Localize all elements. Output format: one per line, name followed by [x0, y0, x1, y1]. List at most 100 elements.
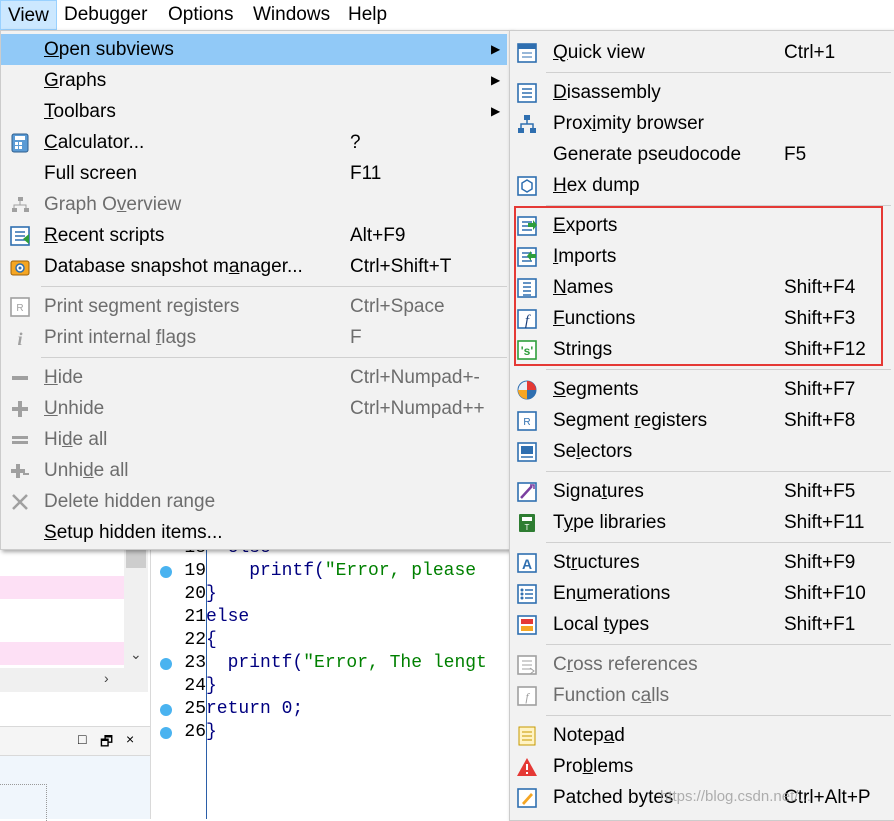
- menu-item-notepad[interactable]: Notepad: [510, 720, 893, 751]
- type-libraries-icon: T: [516, 512, 538, 534]
- menubar-help[interactable]: Help: [341, 0, 394, 30]
- menu-item-graph-overview[interactable]: Graph Overview: [1, 189, 507, 220]
- menu-item-label: Cross references: [553, 654, 698, 675]
- disassembly-icon: [516, 82, 538, 104]
- menu-item-selectors[interactable]: Selectors: [510, 436, 893, 467]
- menu-separator: [41, 357, 507, 358]
- chevron-right-icon[interactable]: ›: [104, 670, 109, 686]
- menu-item-label: Strings: [553, 339, 613, 360]
- vertical-scrollbar[interactable]: ⌄: [124, 548, 148, 668]
- code-text: printf("Error, please: [206, 561, 477, 581]
- svg-text:i: i: [17, 329, 22, 349]
- horizontal-scrollbar[interactable]: ›: [0, 668, 148, 692]
- menu-item-print-internal-flags[interactable]: i Print internal flags F: [1, 322, 507, 353]
- menu-item-label: Functions: [553, 308, 636, 329]
- menubar-debugger[interactable]: Debugger: [57, 0, 154, 30]
- list-row[interactable]: [0, 642, 124, 665]
- code-text: return 0;: [206, 699, 304, 719]
- dotted-frame: [0, 784, 47, 821]
- menu-item-segment-registers[interactable]: R Segment registers Shift+F8: [510, 405, 893, 436]
- code-line[interactable]: 21 else: [152, 606, 512, 629]
- menu-item-hide-all[interactable]: Hide all: [1, 424, 507, 455]
- breakpoint-dot-icon[interactable]: [160, 727, 172, 739]
- menubar: View Debugger Options Windows Help: [0, 0, 894, 30]
- scrollbar-thumb[interactable]: [126, 550, 146, 568]
- imports-icon: [516, 246, 538, 268]
- menu-item-shortcut: Shift+F9: [784, 552, 856, 573]
- menu-item-label: Quick view: [553, 42, 645, 63]
- menu-item-hide[interactable]: Hide Ctrl+Numpad+-: [1, 362, 507, 393]
- menu-item-full-screen[interactable]: Full screen F11: [1, 158, 507, 189]
- code-line[interactable]: 26}: [152, 721, 512, 744]
- menu-item-label: Signatures: [553, 481, 644, 502]
- menu-item-type-libraries[interactable]: T Type libraries Shift+F11: [510, 507, 893, 538]
- segments-icon: [516, 379, 538, 401]
- menu-item-label: Patched bytes: [553, 787, 674, 808]
- restore-icon[interactable]: 🗗: [100, 731, 113, 755]
- menu-item-database-snapshot-manager[interactable]: Database snapshot manager... Ctrl+Shift+T: [1, 251, 507, 282]
- menu-item-proximity-browser[interactable]: Proximity browser: [510, 108, 893, 139]
- code-line[interactable]: 22{: [152, 629, 512, 652]
- breakpoint-dot-icon[interactable]: [160, 704, 172, 716]
- menu-item-shortcut: Ctrl+Numpad+-: [350, 367, 480, 388]
- menu-item-generate-pseudocode[interactable]: Generate pseudocode F5: [510, 139, 893, 170]
- window-titlebar: □ 🗗 ×: [0, 726, 150, 756]
- menu-item-toolbars[interactable]: Toolbars ▶: [1, 96, 507, 127]
- menu-item-shortcut: Ctrl+Shift+T: [350, 256, 452, 277]
- breakpoint-dot-icon[interactable]: [160, 658, 172, 670]
- menu-item-functions[interactable]: f Functions Shift+F3: [510, 303, 893, 334]
- line-number: 26: [184, 722, 206, 742]
- code-line[interactable]: 19 printf("Error, please: [152, 560, 512, 583]
- menu-item-shortcut: Alt+F9: [350, 225, 406, 246]
- menu-item-imports[interactable]: Imports: [510, 241, 893, 272]
- close-icon[interactable]: ×: [126, 731, 134, 747]
- menu-item-disassembly[interactable]: Disassembly: [510, 77, 893, 108]
- menu-item-unhide-all[interactable]: Unhide all: [1, 455, 507, 486]
- menu-item-cross-references[interactable]: Cross references: [510, 649, 893, 680]
- menu-item-hex-dump[interactable]: Hex dump: [510, 170, 893, 201]
- menu-item-label: Hide: [44, 367, 84, 388]
- list-row[interactable]: [0, 576, 124, 599]
- code-text: }: [206, 722, 217, 742]
- menu-item-local-types[interactable]: Local types Shift+F1: [510, 609, 893, 640]
- menu-separator: [41, 286, 507, 287]
- code-line[interactable]: 23 printf("Error, The lengt: [152, 652, 512, 675]
- menu-item-shortcut: Shift+F1: [784, 614, 856, 635]
- menu-separator: [546, 644, 891, 645]
- menu-item-quick-view[interactable]: Quick view Ctrl+1: [510, 37, 893, 68]
- menu-item-open-subviews[interactable]: Open subviews ▶: [1, 34, 507, 65]
- menu-item-graphs[interactable]: Graphs ▶: [1, 65, 507, 96]
- patched-bytes-icon: [516, 787, 538, 809]
- menu-item-strings[interactable]: 's' Strings Shift+F12: [510, 334, 893, 365]
- code-line[interactable]: 24}: [152, 675, 512, 698]
- menu-item-label: Local types: [553, 614, 650, 635]
- menu-item-delete-hidden-range[interactable]: Delete hidden range: [1, 486, 507, 517]
- menu-item-label: Unhide: [44, 398, 105, 419]
- menubar-windows[interactable]: Windows: [246, 0, 337, 30]
- problems-icon: [516, 756, 538, 778]
- code-line[interactable]: 20}: [152, 583, 512, 606]
- menu-item-recent-scripts[interactable]: Recent scripts Alt+F9: [1, 220, 507, 251]
- menu-item-calculator[interactable]: Calculator...?: [1, 127, 507, 158]
- menu-item-names[interactable]: Names Shift+F4: [510, 272, 893, 303]
- menu-item-function-calls[interactable]: f Function calls: [510, 680, 893, 711]
- maximize-icon[interactable]: □: [78, 731, 86, 747]
- menu-item-label: Structures: [553, 552, 640, 573]
- menu-item-signatures[interactable]: Signatures Shift+F5: [510, 476, 893, 507]
- menu-item-unhide[interactable]: Unhide Ctrl+Numpad++: [1, 393, 507, 424]
- code-line[interactable]: 25 return 0;: [152, 698, 512, 721]
- menu-item-enumerations[interactable]: Enumerations Shift+F10: [510, 578, 893, 609]
- menu-item-structures[interactable]: A Structures Shift+F9: [510, 547, 893, 578]
- chevron-down-icon[interactable]: ⌄: [130, 646, 142, 663]
- menu-item-print-segment-registers[interactable]: R Print segment registers Ctrl+Space: [1, 291, 507, 322]
- menu-item-setup-hidden-items[interactable]: Setup hidden items...: [1, 517, 507, 548]
- menubar-view[interactable]: View: [0, 0, 57, 30]
- menu-item-segments[interactable]: Segments Shift+F7: [510, 374, 893, 405]
- menubar-options[interactable]: Options: [161, 0, 240, 30]
- calculator-icon: [9, 132, 31, 154]
- menu-item-exports[interactable]: Exports: [510, 210, 893, 241]
- menu-item-problems[interactable]: Problems: [510, 751, 893, 782]
- submenu-arrow-icon: ▶: [491, 42, 501, 56]
- breakpoint-dot-icon[interactable]: [160, 566, 172, 578]
- list-row[interactable]: [0, 600, 124, 623]
